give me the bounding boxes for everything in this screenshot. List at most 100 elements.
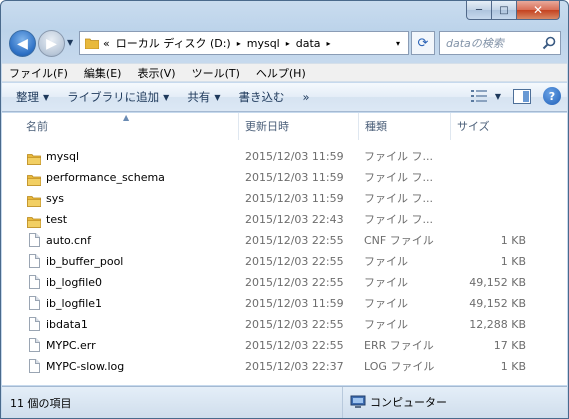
breadcrumb-separator[interactable]: ▸ bbox=[237, 39, 241, 48]
file-icon bbox=[27, 275, 41, 289]
file-name: ib_buffer_pool bbox=[46, 255, 124, 268]
file-type: ファイル bbox=[364, 276, 408, 289]
table-row[interactable]: MYPC.err 2015/12/03 22:55 ERR ファイル 17 KB bbox=[2, 335, 567, 356]
table-row[interactable]: mysql 2015/12/03 11:59 ファイル フ... bbox=[2, 146, 567, 167]
burn-label: 書き込む bbox=[238, 90, 285, 104]
status-divider bbox=[342, 387, 343, 418]
location-label: コンピューター bbox=[370, 396, 447, 409]
file-date: 2015/12/03 22:55 bbox=[245, 255, 344, 268]
column-name[interactable]: 名前 bbox=[20, 113, 239, 140]
preview-pane-icon[interactable] bbox=[513, 88, 531, 104]
search-box[interactable]: dataの検索 bbox=[439, 31, 561, 55]
add-to-library-label: ライブラリに追加 bbox=[67, 90, 160, 104]
breadcrumb-drive[interactable]: ローカル ディスク (D:) bbox=[116, 35, 231, 51]
chevron-down-icon: ▼ bbox=[494, 91, 501, 101]
file-list: 名前 ▲ 更新日時 種類 サイズ mysql 2015/12/03 11:59 ファ… bbox=[2, 113, 567, 385]
menu-help[interactable]: ヘルプ(H) bbox=[249, 65, 315, 81]
table-row[interactable]: performance_schema 2015/12/03 11:59 ファイル フ… bbox=[2, 167, 567, 188]
back-button[interactable]: ◀ bbox=[9, 30, 36, 57]
breadcrumb-prefix[interactable]: « bbox=[103, 37, 110, 50]
column-header: 名前 ▲ 更新日時 種類 サイズ bbox=[2, 113, 567, 140]
breadcrumb-separator[interactable]: ▸ bbox=[327, 39, 331, 48]
folder-icon bbox=[27, 214, 42, 228]
maximize-button[interactable]: □ bbox=[492, 1, 517, 20]
menu-tools[interactable]: ツール(T) bbox=[185, 65, 249, 81]
table-row[interactable]: auto.cnf 2015/12/03 22:55 CNF ファイル 1 KB bbox=[2, 230, 567, 251]
file-date: 2015/12/03 22:55 bbox=[245, 339, 344, 352]
share-button[interactable]: 共有 ▼ bbox=[178, 89, 229, 105]
file-type: ファイル bbox=[364, 318, 408, 331]
recent-pages-dropdown[interactable]: ▼ bbox=[67, 38, 73, 47]
file-date: 2015/12/03 11:59 bbox=[245, 192, 344, 205]
file-name: MYPC.err bbox=[46, 339, 96, 352]
column-type[interactable]: 種類 bbox=[359, 113, 451, 140]
menu-bar: ファイル(F) 編集(E) 表示(V) ツール(T) ヘルプ(H) bbox=[2, 63, 567, 82]
folder-icon bbox=[27, 172, 42, 186]
file-icon bbox=[27, 233, 41, 247]
file-icon bbox=[27, 338, 41, 352]
file-name: mysql bbox=[46, 150, 79, 163]
file-type: ファイル フ... bbox=[364, 171, 433, 184]
burn-button[interactable]: 書き込む bbox=[229, 89, 293, 105]
folder-icon bbox=[27, 193, 42, 207]
breadcrumb-data[interactable]: data bbox=[296, 37, 321, 50]
file-name: performance_schema bbox=[46, 171, 165, 184]
file-date: 2015/12/03 22:55 bbox=[245, 234, 344, 247]
sort-ascending-icon: ▲ bbox=[123, 113, 130, 122]
table-row[interactable]: ibdata1 2015/12/03 22:55 ファイル 12,288 KB bbox=[2, 314, 567, 335]
menu-file[interactable]: ファイル(F) bbox=[2, 65, 77, 81]
file-date: 2015/12/03 11:59 bbox=[245, 171, 344, 184]
menu-view[interactable]: 表示(V) bbox=[130, 65, 184, 81]
file-type: ファイル bbox=[364, 255, 408, 268]
file-size: 49,152 KB bbox=[469, 276, 526, 289]
table-row[interactable]: ib_logfile1 2015/12/03 11:59 ファイル 49,152 KB bbox=[2, 293, 567, 314]
organize-button[interactable]: 整理 ▼ bbox=[2, 89, 58, 105]
file-type: ファイル フ... bbox=[364, 213, 433, 226]
folder-icon bbox=[85, 38, 99, 49]
file-date: 2015/12/03 11:59 bbox=[245, 297, 344, 310]
arrow-right-icon: ▶ bbox=[46, 35, 57, 52]
file-size: 12,288 KB bbox=[469, 318, 526, 331]
file-size: 17 KB bbox=[493, 339, 526, 352]
file-name: ibdata1 bbox=[46, 318, 88, 331]
chevron-down-icon: ▼ bbox=[214, 92, 221, 102]
breadcrumb-mysql[interactable]: mysql bbox=[247, 37, 280, 50]
refresh-icon: ⟳ bbox=[417, 35, 429, 51]
command-bar: 整理 ▼ ライブラリに追加 ▼ 共有 ▼ 書き込む » ▼ ? bbox=[2, 83, 567, 112]
add-to-library-button[interactable]: ライブラリに追加 ▼ bbox=[58, 89, 178, 105]
column-size[interactable]: サイズ bbox=[451, 113, 531, 140]
table-row[interactable]: MYPC-slow.log 2015/12/03 22:37 LOG ファイル 1 K… bbox=[2, 356, 567, 377]
minimize-button[interactable]: ─ bbox=[466, 1, 492, 20]
file-name: auto.cnf bbox=[46, 234, 91, 247]
menu-edit[interactable]: 編集(E) bbox=[77, 65, 131, 81]
file-size: 1 KB bbox=[500, 360, 526, 373]
command-bar-right: ▼ ? bbox=[470, 87, 561, 105]
search-icon[interactable] bbox=[542, 36, 556, 50]
column-date[interactable]: 更新日時 bbox=[239, 113, 359, 140]
folder-icon bbox=[27, 151, 42, 165]
address-dropdown[interactable]: ▾ bbox=[388, 32, 408, 54]
chevron-down-icon: ▼ bbox=[163, 92, 170, 102]
file-name: MYPC-slow.log bbox=[46, 360, 125, 373]
refresh-button[interactable]: ⟳ bbox=[411, 31, 435, 55]
file-icon bbox=[27, 317, 41, 331]
file-icon bbox=[27, 296, 41, 310]
table-row[interactable]: ib_logfile0 2015/12/03 22:55 ファイル 49,152 KB bbox=[2, 272, 567, 293]
help-icon[interactable]: ? bbox=[543, 87, 561, 105]
table-row[interactable]: sys 2015/12/03 11:59 ファイル フ... bbox=[2, 188, 567, 209]
table-row[interactable]: test 2015/12/03 22:43 ファイル フ... bbox=[2, 209, 567, 230]
file-name: sys bbox=[46, 192, 64, 205]
explorer-window: ─ □ ✕ ◀ ▶ ▼ « ローカル ディスク (D:) ▸ mysql ▸ d… bbox=[0, 0, 569, 419]
table-row[interactable]: ib_buffer_pool 2015/12/03 22:55 ファイル 1 KB bbox=[2, 251, 567, 272]
forward-button[interactable]: ▶ bbox=[38, 30, 65, 57]
more-commands-button[interactable]: » bbox=[293, 90, 318, 104]
file-icon bbox=[27, 359, 41, 373]
file-type: CNF ファイル bbox=[364, 234, 434, 247]
file-type: ERR ファイル bbox=[364, 339, 434, 352]
address-bar[interactable]: « ローカル ディスク (D:) ▸ mysql ▸ data ▸ ▾ bbox=[79, 31, 409, 55]
close-button[interactable]: ✕ bbox=[517, 1, 560, 20]
change-view-button[interactable]: ▼ bbox=[470, 89, 501, 103]
file-size: 1 KB bbox=[500, 234, 526, 247]
breadcrumb-separator[interactable]: ▸ bbox=[286, 39, 290, 48]
share-label: 共有 bbox=[187, 90, 211, 104]
